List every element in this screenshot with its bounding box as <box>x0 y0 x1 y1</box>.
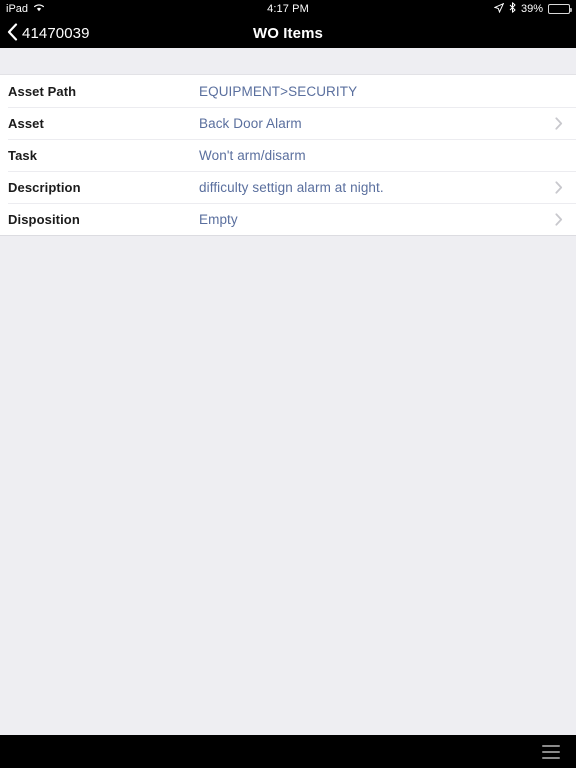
chevron-left-icon <box>7 22 18 44</box>
bottom-toolbar <box>0 735 576 768</box>
battery-icon <box>548 4 573 14</box>
wo-items-table: Asset Path EQUIPMENT>SECURITY Asset Back Do… <box>0 74 576 236</box>
row-label: Asset Path <box>8 83 77 99</box>
row-value: Empty <box>199 211 238 227</box>
table-top-spacer <box>0 48 576 74</box>
row-description[interactable]: Description difficulty settign alarm at n… <box>0 171 576 203</box>
row-asset[interactable]: Asset Back Door Alarm <box>0 107 576 139</box>
disclosure-chevron-icon[interactable] <box>552 116 566 130</box>
disclosure-chevron-icon[interactable] <box>552 212 566 226</box>
bluetooth-icon <box>509 2 516 16</box>
battery-percent-label: 39% <box>520 3 544 15</box>
carrier-label: iPad <box>6 3 29 15</box>
disclosure-chevron-icon[interactable] <box>552 180 566 194</box>
wifi-icon <box>33 3 45 15</box>
row-label: Description <box>8 179 81 195</box>
status-bar-clock: 4:17 PM <box>267 3 309 15</box>
row-value: difficulty settign alarm at night. <box>199 179 384 195</box>
location-arrow-icon <box>493 2 505 16</box>
main-content: Asset Path EQUIPMENT>SECURITY Asset Back Do… <box>0 48 576 735</box>
row-asset-path: Asset Path EQUIPMENT>SECURITY <box>0 75 576 107</box>
row-task: Task Won't arm/disarm <box>0 139 576 171</box>
row-label: Task <box>8 147 38 163</box>
row-disposition[interactable]: Disposition Empty <box>0 203 576 235</box>
row-value: EQUIPMENT>SECURITY <box>199 83 358 99</box>
back-button[interactable]: 41470039 <box>0 22 96 45</box>
row-label: Asset <box>8 115 44 131</box>
status-bar-left: iPad <box>6 3 267 15</box>
row-value: Won't arm/disarm <box>199 147 306 163</box>
back-button-label: 41470039 <box>22 24 90 42</box>
status-bar-right: 39% <box>309 2 573 16</box>
navigation-bar: 41470039 WO Items <box>0 18 576 48</box>
row-value: Back Door Alarm <box>199 115 302 131</box>
hamburger-menu-icon[interactable] <box>542 744 560 759</box>
app-screen: iPad 4:17 PM 39% 41470039 WO Items Asset… <box>0 0 576 768</box>
row-label: Disposition <box>8 211 80 227</box>
status-bar: iPad 4:17 PM 39% <box>0 0 576 18</box>
